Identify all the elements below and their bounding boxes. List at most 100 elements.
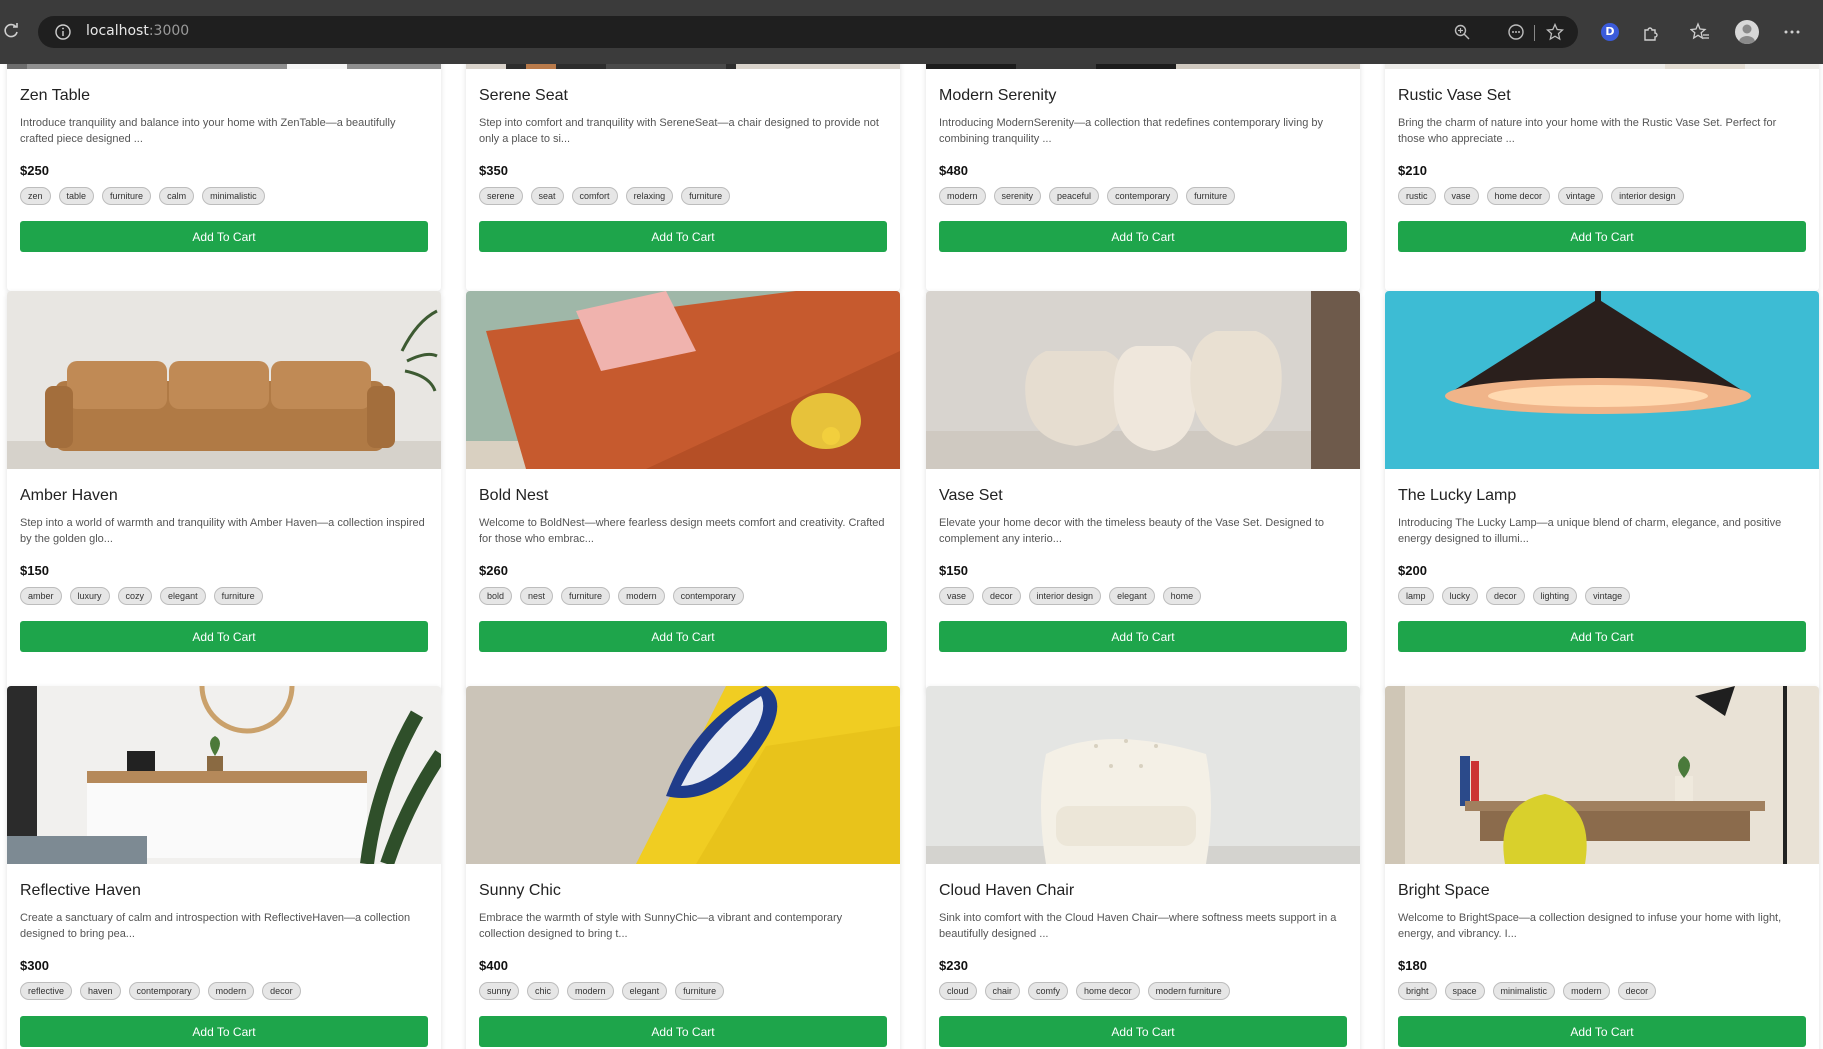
add-to-cart-button[interactable]: Add To Cart — [939, 1016, 1347, 1047]
tag[interactable]: home decor — [1076, 982, 1140, 1000]
tag[interactable]: decor — [982, 587, 1021, 605]
tag[interactable]: sunny — [479, 982, 520, 1000]
tag[interactable]: modern — [618, 587, 665, 605]
tag[interactable]: relaxing — [625, 187, 674, 205]
product-title[interactable]: Cloud Haven Chair — [939, 882, 1074, 900]
tag[interactable]: elegant — [1109, 587, 1155, 605]
extensions-icon[interactable] — [1641, 22, 1661, 42]
more-menu-icon[interactable] — [1782, 22, 1802, 42]
product-title[interactable]: Serene Seat — [479, 87, 568, 105]
tag[interactable]: home decor — [1486, 187, 1551, 205]
add-to-cart-button[interactable]: Add To Cart — [479, 621, 887, 652]
tag[interactable]: lucky — [1441, 587, 1479, 605]
tag[interactable]: modern — [939, 187, 986, 205]
tag[interactable]: furniture — [213, 587, 263, 605]
zoom-icon[interactable] — [1453, 23, 1471, 41]
add-to-cart-button[interactable]: Add To Cart — [939, 221, 1347, 252]
product-title[interactable]: Rustic Vase Set — [1398, 87, 1511, 105]
add-to-cart-button[interactable]: Add To Cart — [1398, 221, 1806, 252]
tag[interactable]: reflective — [20, 982, 73, 1000]
add-to-cart-button[interactable]: Add To Cart — [20, 1016, 428, 1047]
product-title[interactable]: Amber Haven — [20, 487, 118, 505]
add-to-cart-button[interactable]: Add To Cart — [939, 621, 1347, 652]
tag[interactable]: peaceful — [1049, 187, 1100, 205]
tag[interactable]: comfort — [571, 187, 618, 205]
url-text[interactable]: localhost:3000 — [86, 23, 189, 39]
tag[interactable]: vintage — [1585, 587, 1631, 605]
tag[interactable]: home — [1162, 587, 1202, 605]
product-title[interactable]: Bright Space — [1398, 882, 1490, 900]
favorites-icon[interactable] — [1690, 22, 1710, 42]
product-image[interactable] — [1385, 291, 1819, 469]
tag[interactable]: bold — [479, 587, 513, 605]
tag[interactable]: furniture — [561, 587, 611, 605]
reload-icon[interactable] — [2, 22, 20, 40]
tag[interactable]: calm — [159, 187, 195, 205]
product-image[interactable] — [1385, 686, 1819, 864]
tag[interactable]: decor — [1486, 587, 1525, 605]
tag[interactable]: cozy — [117, 587, 153, 605]
tag[interactable]: zen — [20, 187, 51, 205]
add-to-cart-button[interactable]: Add To Cart — [1398, 621, 1806, 652]
product-image[interactable] — [466, 291, 900, 469]
add-to-cart-button[interactable]: Add To Cart — [479, 1016, 887, 1047]
tag[interactable]: modern — [1563, 982, 1610, 1000]
tag[interactable]: elegant — [160, 587, 206, 605]
tag[interactable]: haven — [80, 982, 121, 1000]
tag[interactable]: minimalistic — [1492, 982, 1556, 1000]
tag[interactable]: comfy — [1028, 982, 1069, 1000]
product-title[interactable]: Modern Serenity — [939, 87, 1056, 105]
site-info-icon[interactable] — [54, 23, 72, 41]
extension-d-icon[interactable]: D — [1601, 23, 1619, 41]
tag[interactable]: elegant — [621, 982, 668, 1000]
tag[interactable]: vintage — [1558, 187, 1604, 205]
tag[interactable]: chic — [527, 982, 560, 1000]
tag[interactable]: minimalistic — [202, 187, 265, 205]
tag[interactable]: furniture — [681, 187, 731, 205]
tag[interactable]: contemporary — [1107, 187, 1179, 205]
product-image[interactable] — [926, 291, 1360, 469]
tag[interactable]: furniture — [675, 982, 725, 1000]
add-to-cart-button[interactable]: Add To Cart — [20, 221, 428, 252]
tag[interactable]: vase — [939, 587, 975, 605]
tag[interactable]: lighting — [1532, 587, 1578, 605]
product-title[interactable]: Vase Set — [939, 487, 1003, 505]
tag[interactable]: decor — [1617, 982, 1657, 1000]
tag[interactable]: modern — [567, 982, 614, 1000]
address-bar[interactable]: localhost:3000 — [38, 16, 1578, 48]
product-image[interactable] — [926, 686, 1360, 864]
tag[interactable]: modern furniture — [1147, 982, 1230, 1000]
product-title[interactable]: Bold Nest — [479, 487, 548, 505]
tag[interactable]: space — [1444, 982, 1485, 1000]
tag[interactable]: interior design — [1611, 187, 1684, 205]
tag[interactable]: lamp — [1398, 587, 1434, 605]
tag[interactable]: furniture — [102, 187, 152, 205]
product-title[interactable]: Sunny Chic — [479, 882, 561, 900]
tag[interactable]: chair — [984, 982, 1021, 1000]
tag[interactable]: furniture — [1186, 187, 1236, 205]
product-title[interactable]: Zen Table — [20, 87, 90, 105]
tag[interactable]: luxury — [69, 587, 110, 605]
product-title[interactable]: The Lucky Lamp — [1398, 487, 1516, 505]
tag[interactable]: cloud — [939, 982, 977, 1000]
product-image[interactable] — [7, 291, 441, 469]
tag[interactable]: contemporary — [128, 982, 200, 1000]
tag[interactable]: vase — [1443, 187, 1479, 205]
tag[interactable]: rustic — [1398, 187, 1436, 205]
add-to-cart-button[interactable]: Add To Cart — [479, 221, 887, 252]
tag[interactable]: bright — [1398, 982, 1437, 1000]
add-to-cart-button[interactable]: Add To Cart — [20, 621, 428, 652]
product-image[interactable] — [466, 686, 900, 864]
tag[interactable]: decor — [262, 982, 301, 1000]
tag[interactable]: amber — [20, 587, 62, 605]
tag[interactable]: seat — [530, 187, 564, 205]
product-image[interactable] — [7, 686, 441, 864]
tag[interactable]: table — [58, 187, 95, 205]
favorite-star-icon[interactable] — [1546, 23, 1564, 41]
tag[interactable]: serene — [479, 187, 523, 205]
product-title[interactable]: Reflective Haven — [20, 882, 141, 900]
tag[interactable]: serenity — [993, 187, 1042, 205]
tag[interactable]: interior design — [1028, 587, 1102, 605]
reader-mode-icon[interactable] — [1507, 23, 1525, 41]
tag[interactable]: modern — [207, 982, 255, 1000]
